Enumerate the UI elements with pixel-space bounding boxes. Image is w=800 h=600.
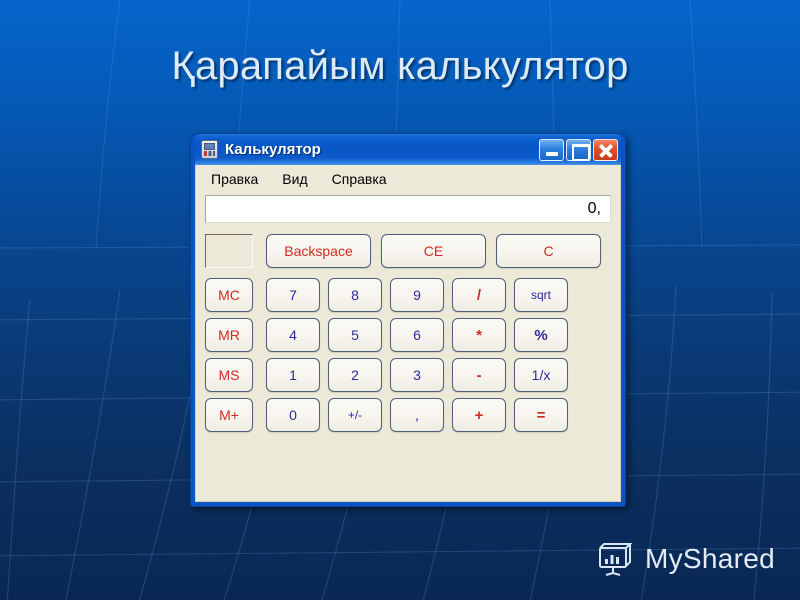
clear-entry-button[interactable]: CE [381, 234, 486, 268]
watermark: MyShared [595, 540, 775, 578]
maximize-button[interactable] [566, 138, 591, 161]
edit-button-row: Backspace CE C [205, 234, 611, 268]
menu-item-help[interactable]: Справка [329, 170, 390, 188]
keypad-row: MS 1 2 3 - 1/x [205, 358, 611, 392]
percent-button[interactable]: % [514, 318, 568, 352]
digit-4-button[interactable]: 4 [266, 318, 320, 352]
sqrt-button[interactable]: sqrt [514, 278, 568, 312]
multiply-button[interactable]: * [452, 318, 506, 352]
backspace-button[interactable]: Backspace [266, 234, 371, 268]
calculator-window: Калькулятор Правка Вид Справка 0, Backsp… [190, 133, 626, 507]
menu-item-view[interactable]: Вид [279, 170, 310, 188]
presentation-chart-icon [598, 543, 633, 576]
decimal-separator-button[interactable]: , [390, 398, 444, 432]
calculator-icon [201, 140, 218, 159]
memory-recall-button[interactable]: MR [205, 318, 253, 352]
display-field[interactable]: 0, [205, 195, 611, 223]
keypad-row: MR 4 5 6 * % [205, 318, 611, 352]
memory-add-button[interactable]: M+ [205, 398, 253, 432]
menu-item-edit[interactable]: Правка [208, 170, 261, 188]
add-button[interactable]: + [452, 398, 506, 432]
digit-2-button[interactable]: 2 [328, 358, 382, 392]
window-title-bar[interactable]: Калькулятор [195, 134, 621, 165]
memory-indicator [205, 234, 253, 268]
keypad-row: MC 7 8 9 / sqrt [205, 278, 611, 312]
memory-store-button[interactable]: MS [205, 358, 253, 392]
digit-9-button[interactable]: 9 [390, 278, 444, 312]
digit-5-button[interactable]: 5 [328, 318, 382, 352]
page-title: Қарапайым калькулятор [171, 44, 629, 88]
digit-7-button[interactable]: 7 [266, 278, 320, 312]
keypad-row: M+ 0 +/- , + = [205, 398, 611, 432]
digit-0-button[interactable]: 0 [266, 398, 320, 432]
subtract-button[interactable]: - [452, 358, 506, 392]
window-client-area: Правка Вид Справка 0, Backspace CE C MC … [195, 165, 621, 502]
digit-8-button[interactable]: 8 [328, 278, 382, 312]
divide-button[interactable]: / [452, 278, 506, 312]
equals-button[interactable]: = [514, 398, 568, 432]
close-button[interactable] [593, 138, 618, 161]
reciprocal-button[interactable]: 1/x [514, 358, 568, 392]
clear-button[interactable]: C [496, 234, 601, 268]
sign-toggle-button[interactable]: +/- [328, 398, 382, 432]
minimize-button[interactable] [539, 138, 564, 161]
digit-1-button[interactable]: 1 [266, 358, 320, 392]
digit-6-button[interactable]: 6 [390, 318, 444, 352]
watermark-text: MyShared [644, 543, 775, 574]
digit-3-button[interactable]: 3 [390, 358, 444, 392]
slide-canvas: Қарапайым калькулятор Калькулятор Правка… [0, 0, 800, 600]
window-title: Калькулятор [225, 141, 321, 158]
memory-clear-button[interactable]: MC [205, 278, 253, 312]
menu-bar: Правка Вид Справка [205, 168, 611, 190]
